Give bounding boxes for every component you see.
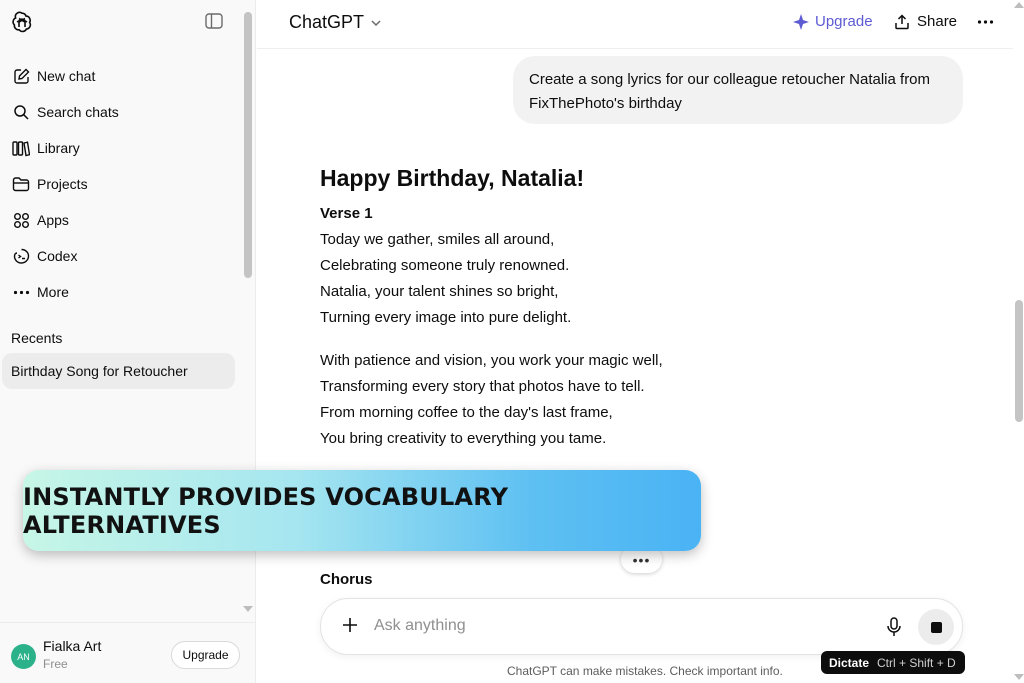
account-panel[interactable]: AN Fialka Art Free Upgrade bbox=[0, 622, 256, 683]
sidebar-item-label: Library bbox=[37, 140, 80, 156]
share-label: Share bbox=[917, 13, 958, 30]
lyric-line: You bring creativity to everything you t… bbox=[320, 430, 607, 447]
tooltip-shortcut: Ctrl + Shift + D bbox=[877, 655, 956, 670]
sidebar-item-label: More bbox=[37, 284, 69, 300]
response-title: Happy Birthday, Natalia! bbox=[320, 165, 585, 191]
sidebar-item-apps[interactable]: Apps bbox=[0, 202, 240, 238]
search-icon bbox=[12, 103, 30, 121]
toggle-sidebar-icon[interactable] bbox=[205, 13, 223, 29]
sidebar-nav: New chat Search chats Library Projects A… bbox=[0, 58, 240, 310]
sidebar-item-library[interactable]: Library bbox=[0, 130, 240, 166]
disclaimer-text: ChatGPT can make mistakes. Check importa… bbox=[507, 664, 783, 678]
pencil-square-icon bbox=[12, 67, 30, 85]
sidebar-scrollbar[interactable] bbox=[244, 12, 252, 278]
folder-icon bbox=[12, 175, 30, 193]
sidebar-item-search-chats[interactable]: Search chats bbox=[0, 94, 240, 130]
recent-chat-item[interactable]: Birthday Song for Retoucher bbox=[2, 353, 235, 389]
stop-button[interactable] bbox=[918, 609, 954, 645]
promo-banner: INSTANTLY PROVIDES VOCABULARY ALTERNATIV… bbox=[23, 470, 701, 551]
assistant-response: Happy Birthday, Natalia! Verse 1 Today w… bbox=[320, 165, 800, 469]
sidebar-item-label: Search chats bbox=[37, 104, 119, 120]
model-name: ChatGPT bbox=[289, 12, 365, 32]
sidebar-scroll-down-icon[interactable] bbox=[243, 606, 253, 612]
message-input[interactable]: Ask anything bbox=[374, 617, 466, 635]
lyric-line: Natalia, your talent shines so bright, bbox=[320, 283, 559, 300]
composer: Ask anything bbox=[320, 598, 963, 655]
library-icon bbox=[12, 139, 30, 157]
model-selector[interactable]: ChatGPT bbox=[289, 12, 382, 33]
tooltip-label: Dictate bbox=[829, 655, 870, 670]
chevron-down-icon bbox=[371, 19, 381, 26]
main-panel: ChatGPT Upgrade Share Create a song lyri… bbox=[257, 0, 1024, 683]
ellipsis-icon bbox=[12, 283, 30, 301]
sidebar-item-label: New chat bbox=[37, 68, 96, 84]
chorus-heading: Chorus bbox=[320, 571, 373, 588]
codex-icon bbox=[12, 247, 30, 265]
avatar: AN bbox=[11, 644, 36, 669]
header-upgrade-button[interactable]: Upgrade bbox=[793, 13, 873, 30]
account-plan: Free bbox=[43, 657, 68, 671]
plus-icon[interactable] bbox=[340, 615, 360, 635]
recents-heading: Recents bbox=[11, 330, 63, 346]
header-upgrade-label: Upgrade bbox=[815, 13, 873, 30]
banner-text: INSTANTLY PROVIDES VOCABULARY ALTERNATIV… bbox=[23, 482, 509, 539]
openai-logo-icon[interactable] bbox=[10, 10, 34, 34]
dictate-tooltip: Dictate Ctrl + Shift + D bbox=[821, 651, 965, 674]
sidebar-item-new-chat[interactable]: New chat bbox=[0, 58, 240, 94]
scroll-up-icon[interactable] bbox=[1014, 2, 1024, 8]
sidebar-item-label: Projects bbox=[37, 176, 88, 192]
top-bar: ChatGPT Upgrade Share bbox=[257, 0, 1013, 49]
user-message: Create a song lyrics for our colleague r… bbox=[513, 56, 963, 124]
verse-heading: Verse 1 bbox=[320, 205, 373, 222]
lyric-line: Celebrating someone truly renowned. bbox=[320, 257, 570, 274]
sidebar-upgrade-button[interactable]: Upgrade bbox=[171, 641, 240, 669]
stanza-1: Today we gather, smiles all around, Cele… bbox=[320, 227, 800, 331]
sidebar-item-codex[interactable]: Codex bbox=[0, 238, 240, 274]
app-window: New chat Search chats Library Projects A… bbox=[0, 0, 1024, 683]
sparkle-icon bbox=[793, 13, 809, 30]
sidebar: New chat Search chats Library Projects A… bbox=[0, 0, 256, 683]
lyric-line: Turning every image into pure delight. bbox=[320, 309, 572, 326]
lyric-line: With patience and vision, you work your … bbox=[320, 352, 663, 369]
scroll-down-icon[interactable] bbox=[1014, 674, 1024, 680]
share-icon bbox=[895, 13, 909, 29]
microphone-icon[interactable] bbox=[885, 617, 903, 637]
sidebar-item-more[interactable]: More bbox=[0, 274, 240, 310]
main-scrollbar[interactable] bbox=[1015, 300, 1023, 422]
more-options-icon[interactable] bbox=[977, 12, 994, 35]
lyric-line: Today we gather, smiles all around, bbox=[320, 231, 555, 248]
stop-icon bbox=[930, 621, 942, 633]
account-name: Fialka Art bbox=[43, 638, 102, 654]
stanza-2: With patience and vision, you work your … bbox=[320, 348, 800, 452]
sidebar-item-label: Apps bbox=[37, 212, 69, 228]
apps-grid-icon bbox=[12, 211, 30, 229]
sidebar-item-label: Codex bbox=[37, 248, 78, 264]
sidebar-item-projects[interactable]: Projects bbox=[0, 166, 240, 202]
share-button[interactable]: Share bbox=[894, 13, 957, 30]
lyric-line: Transforming every story that photos hav… bbox=[320, 378, 645, 395]
lyric-line: From morning coffee to the day's last fr… bbox=[320, 404, 613, 421]
